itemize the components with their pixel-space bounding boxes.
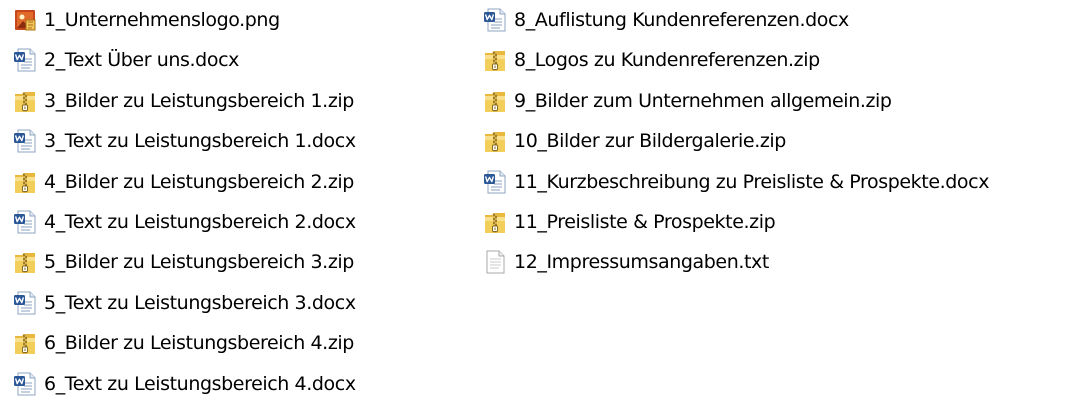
file-item[interactable]: 3_Bilder zu Leistungsbereich 1.zip: [12, 86, 354, 116]
zip-folder-icon: [482, 88, 508, 114]
text-file-icon: [482, 249, 508, 275]
file-item[interactable]: 2_Text Über uns.docx: [12, 45, 239, 75]
file-name: 3_Text zu Leistungsbereich 1.docx: [44, 130, 356, 153]
file-item[interactable]: 12_Impressumsangaben.txt: [482, 247, 769, 277]
file-name: 11_Preisliste & Prospekte.zip: [514, 211, 776, 233]
file-item[interactable]: 4_Text zu Leistungsbereich 2.docx: [12, 207, 356, 237]
file-item[interactable]: 10_Bilder zur Bildergalerie.zip: [482, 126, 786, 156]
file-item[interactable]: 11_Kurzbeschreibung zu Preisliste & Pros…: [482, 167, 989, 197]
file-item[interactable]: 6_Bilder zu Leistungsbereich 4.zip: [12, 328, 354, 358]
file-name: 11_Kurzbeschreibung zu Preisliste & Pros…: [514, 170, 990, 193]
zip-folder-icon: [12, 88, 38, 114]
image-file-icon: [12, 7, 38, 33]
word-document-icon: [12, 290, 38, 316]
file-item[interactable]: 5_Bilder zu Leistungsbereich 3.zip: [12, 247, 354, 277]
zip-folder-icon: [12, 330, 38, 356]
word-document-icon: [12, 371, 38, 397]
file-item[interactable]: 4_Bilder zu Leistungsbereich 2.zip: [12, 167, 354, 197]
word-document-icon: [12, 209, 38, 235]
file-name: 8_Auflistung Kundenreferenzen.docx: [514, 9, 849, 31]
word-document-icon: [12, 128, 38, 154]
file-item[interactable]: 8_Auflistung Kundenreferenzen.docx: [482, 5, 849, 35]
file-name: 1_Unternehmenslogo.png: [44, 9, 280, 31]
file-name: 12_Impressumsangaben.txt: [514, 251, 769, 274]
file-item[interactable]: 5_Text zu Leistungsbereich 3.docx: [12, 288, 356, 318]
zip-folder-icon: [482, 209, 508, 235]
word-document-icon: [482, 169, 508, 195]
file-name: 4_Bilder zu Leistungsbereich 2.zip: [44, 170, 354, 193]
word-document-icon: [482, 7, 508, 33]
file-name: 5_Bilder zu Leistungsbereich 3.zip: [44, 251, 354, 274]
file-item[interactable]: 1_Unternehmenslogo.png: [12, 5, 280, 35]
file-name: 4_Text zu Leistungsbereich 2.docx: [44, 211, 356, 233]
file-item[interactable]: 9_Bilder zum Unternehmen allgemein.zip: [482, 86, 892, 116]
zip-folder-icon: [482, 128, 508, 154]
file-item[interactable]: 8_Logos zu Kundenreferenzen.zip: [482, 45, 820, 75]
file-list-right: 8_Auflistung Kundenreferenzen.docx 8_Logo…: [463, 0, 1075, 300]
file-name: 9_Bilder zum Unternehmen allgemein.zip: [514, 89, 892, 112]
word-document-icon: [12, 47, 38, 73]
file-item[interactable]: 11_Preisliste & Prospekte.zip: [482, 207, 776, 237]
file-name: 5_Text zu Leistungsbereich 3.docx: [44, 291, 356, 314]
file-name: 6_Text zu Leistungsbereich 4.docx: [44, 372, 356, 395]
zip-folder-icon: [12, 169, 38, 195]
file-name: 8_Logos zu Kundenreferenzen.zip: [514, 49, 820, 72]
zip-folder-icon: [482, 47, 508, 73]
file-name: 10_Bilder zur Bildergalerie.zip: [514, 130, 786, 153]
file-name: 3_Bilder zu Leistungsbereich 1.zip: [44, 89, 354, 112]
file-list-left: 1_Unternehmenslogo.png 2_Text Über uns.do…: [0, 0, 462, 417]
file-item[interactable]: 3_Text zu Leistungsbereich 1.docx: [12, 126, 356, 156]
file-name: 6_Bilder zu Leistungsbereich 4.zip: [44, 332, 354, 355]
zip-folder-icon: [12, 249, 38, 275]
file-name: 2_Text Über uns.docx: [44, 49, 239, 72]
file-item[interactable]: 6_Text zu Leistungsbereich 4.docx: [12, 369, 356, 399]
